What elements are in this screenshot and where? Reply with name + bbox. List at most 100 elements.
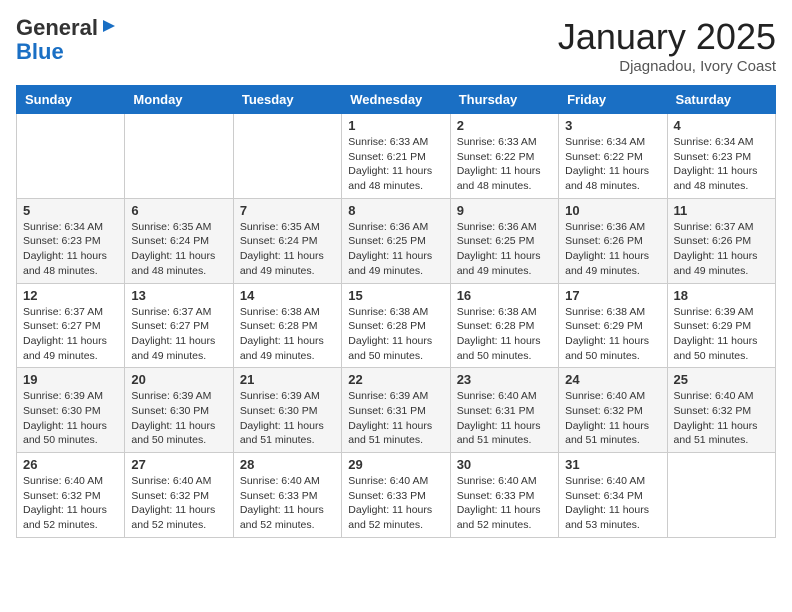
day-info: Sunrise: 6:39 AM Sunset: 6:29 PM Dayligh… <box>674 305 769 364</box>
day-info: Sunrise: 6:34 AM Sunset: 6:23 PM Dayligh… <box>23 220 118 279</box>
day-number: 26 <box>23 457 118 472</box>
table-row: 14 Sunrise: 6:38 AM Sunset: 6:28 PM Dayli… <box>233 283 341 368</box>
day-number: 23 <box>457 372 552 387</box>
table-row: 6Sunrise: 6:35 AM Sunset: 6:24 PM Daylig… <box>125 198 233 283</box>
day-info: Sunrise: 6:40 AM Sunset: 6:32 PM Dayligh… <box>131 474 226 533</box>
day-number: 13 <box>131 288 226 303</box>
day-info: Sunrise: 6:39 AM Sunset: 6:31 PM Dayligh… <box>348 389 443 448</box>
week-row-2: 12 Sunrise: 6:37 AM Sunset: 6:27 PM Dayli… <box>17 283 776 368</box>
day-number: 11 <box>674 203 769 218</box>
day-info: Sunrise: 6:40 AM Sunset: 6:33 PM Dayligh… <box>457 474 552 533</box>
table-row: 21 Sunrise: 6:39 AM Sunset: 6:30 PM Dayli… <box>233 368 341 453</box>
day-info: Sunrise: 6:39 AM Sunset: 6:30 PM Dayligh… <box>131 389 226 448</box>
table-row: 3 Sunrise: 6:34 AM Sunset: 6:22 PM Daylig… <box>559 114 667 199</box>
table-row: 4 Sunrise: 6:34 AM Sunset: 6:23 PM Daylig… <box>667 114 775 199</box>
logo-blue: Blue <box>16 39 64 64</box>
week-row-3: 19 Sunrise: 6:39 AM Sunset: 6:30 PM Dayli… <box>17 368 776 453</box>
table-row: 30 Sunrise: 6:40 AM Sunset: 6:33 PM Dayli… <box>450 453 558 538</box>
table-row: 7 Sunrise: 6:35 AM Sunset: 6:24 PM Daylig… <box>233 198 341 283</box>
day-number: 10 <box>565 203 660 218</box>
day-info: Sunrise: 6:34 AM Sunset: 6:22 PM Dayligh… <box>565 135 660 194</box>
day-number: 9 <box>457 203 552 218</box>
header-friday: Friday <box>559 86 667 114</box>
table-row: 29Sunrise: 6:40 AM Sunset: 6:33 PM Dayli… <box>342 453 450 538</box>
title-area: January 2025 Djagnadou, Ivory Coast <box>558 16 776 75</box>
table-row <box>667 453 775 538</box>
month-title: January 2025 <box>558 16 776 58</box>
day-number: 25 <box>674 372 769 387</box>
table-row: 2 Sunrise: 6:33 AM Sunset: 6:22 PM Daylig… <box>450 114 558 199</box>
day-number: 7 <box>240 203 335 218</box>
table-row <box>17 114 125 199</box>
logo-triangle <box>101 18 117 39</box>
header-saturday: Saturday <box>667 86 775 114</box>
table-row: 11 Sunrise: 6:37 AM Sunset: 6:26 PM Dayli… <box>667 198 775 283</box>
day-info: Sunrise: 6:39 AM Sunset: 6:30 PM Dayligh… <box>240 389 335 448</box>
table-row: 28 Sunrise: 6:40 AM Sunset: 6:33 PM Dayli… <box>233 453 341 538</box>
day-number: 21 <box>240 372 335 387</box>
day-info: Sunrise: 6:39 AM Sunset: 6:30 PM Dayligh… <box>23 389 118 448</box>
day-number: 8 <box>348 203 443 218</box>
header-monday: Monday <box>125 86 233 114</box>
logo-general: General <box>16 16 98 40</box>
table-row: 16Sunrise: 6:38 AM Sunset: 6:28 PM Dayli… <box>450 283 558 368</box>
header-wednesday: Wednesday <box>342 86 450 114</box>
day-info: Sunrise: 6:40 AM Sunset: 6:33 PM Dayligh… <box>348 474 443 533</box>
table-row: 23 Sunrise: 6:40 AM Sunset: 6:31 PM Dayli… <box>450 368 558 453</box>
day-number: 24 <box>565 372 660 387</box>
table-row: 22Sunrise: 6:39 AM Sunset: 6:31 PM Dayli… <box>342 368 450 453</box>
week-row-0: 1 Sunrise: 6:33 AM Sunset: 6:21 PM Daylig… <box>17 114 776 199</box>
day-info: Sunrise: 6:40 AM Sunset: 6:31 PM Dayligh… <box>457 389 552 448</box>
table-row: 27 Sunrise: 6:40 AM Sunset: 6:32 PM Dayli… <box>125 453 233 538</box>
day-number: 12 <box>23 288 118 303</box>
header-tuesday: Tuesday <box>233 86 341 114</box>
day-info: Sunrise: 6:37 AM Sunset: 6:27 PM Dayligh… <box>131 305 226 364</box>
calendar-table: Sunday Monday Tuesday Wednesday Thursday… <box>16 85 776 538</box>
day-info: Sunrise: 6:38 AM Sunset: 6:29 PM Dayligh… <box>565 305 660 364</box>
day-number: 31 <box>565 457 660 472</box>
day-number: 19 <box>23 372 118 387</box>
week-row-4: 26 Sunrise: 6:40 AM Sunset: 6:32 PM Dayli… <box>17 453 776 538</box>
day-number: 4 <box>674 118 769 133</box>
table-row: 20Sunrise: 6:39 AM Sunset: 6:30 PM Dayli… <box>125 368 233 453</box>
weekday-header-row: Sunday Monday Tuesday Wednesday Thursday… <box>17 86 776 114</box>
table-row: 10 Sunrise: 6:36 AM Sunset: 6:26 PM Dayli… <box>559 198 667 283</box>
table-row: 24Sunrise: 6:40 AM Sunset: 6:32 PM Dayli… <box>559 368 667 453</box>
table-row: 15Sunrise: 6:38 AM Sunset: 6:28 PM Dayli… <box>342 283 450 368</box>
day-info: Sunrise: 6:33 AM Sunset: 6:21 PM Dayligh… <box>348 135 443 194</box>
week-row-1: 5 Sunrise: 6:34 AM Sunset: 6:23 PM Daylig… <box>17 198 776 283</box>
day-info: Sunrise: 6:40 AM Sunset: 6:32 PM Dayligh… <box>23 474 118 533</box>
logo: General Blue <box>16 16 117 64</box>
day-number: 3 <box>565 118 660 133</box>
day-info: Sunrise: 6:34 AM Sunset: 6:23 PM Dayligh… <box>674 135 769 194</box>
day-number: 28 <box>240 457 335 472</box>
day-number: 5 <box>23 203 118 218</box>
table-row: 18Sunrise: 6:39 AM Sunset: 6:29 PM Dayli… <box>667 283 775 368</box>
table-row: 17Sunrise: 6:38 AM Sunset: 6:29 PM Dayli… <box>559 283 667 368</box>
location: Djagnadou, Ivory Coast <box>558 58 776 75</box>
day-number: 1 <box>348 118 443 133</box>
day-number: 27 <box>131 457 226 472</box>
table-row: 1 Sunrise: 6:33 AM Sunset: 6:21 PM Daylig… <box>342 114 450 199</box>
table-row: 19 Sunrise: 6:39 AM Sunset: 6:30 PM Dayli… <box>17 368 125 453</box>
day-info: Sunrise: 6:33 AM Sunset: 6:22 PM Dayligh… <box>457 135 552 194</box>
day-info: Sunrise: 6:37 AM Sunset: 6:26 PM Dayligh… <box>674 220 769 279</box>
day-info: Sunrise: 6:38 AM Sunset: 6:28 PM Dayligh… <box>240 305 335 364</box>
day-info: Sunrise: 6:36 AM Sunset: 6:26 PM Dayligh… <box>565 220 660 279</box>
day-info: Sunrise: 6:40 AM Sunset: 6:34 PM Dayligh… <box>565 474 660 533</box>
day-info: Sunrise: 6:40 AM Sunset: 6:32 PM Dayligh… <box>674 389 769 448</box>
day-info: Sunrise: 6:38 AM Sunset: 6:28 PM Dayligh… <box>348 305 443 364</box>
day-info: Sunrise: 6:36 AM Sunset: 6:25 PM Dayligh… <box>457 220 552 279</box>
table-row: 8 Sunrise: 6:36 AM Sunset: 6:25 PM Daylig… <box>342 198 450 283</box>
day-info: Sunrise: 6:35 AM Sunset: 6:24 PM Dayligh… <box>240 220 335 279</box>
table-row: 25 Sunrise: 6:40 AM Sunset: 6:32 PM Dayli… <box>667 368 775 453</box>
day-number: 30 <box>457 457 552 472</box>
table-row: 26 Sunrise: 6:40 AM Sunset: 6:32 PM Dayli… <box>17 453 125 538</box>
day-number: 2 <box>457 118 552 133</box>
day-info: Sunrise: 6:40 AM Sunset: 6:33 PM Dayligh… <box>240 474 335 533</box>
table-row <box>125 114 233 199</box>
day-info: Sunrise: 6:36 AM Sunset: 6:25 PM Dayligh… <box>348 220 443 279</box>
table-row: 13 Sunrise: 6:37 AM Sunset: 6:27 PM Dayli… <box>125 283 233 368</box>
day-number: 6 <box>131 203 226 218</box>
day-number: 14 <box>240 288 335 303</box>
